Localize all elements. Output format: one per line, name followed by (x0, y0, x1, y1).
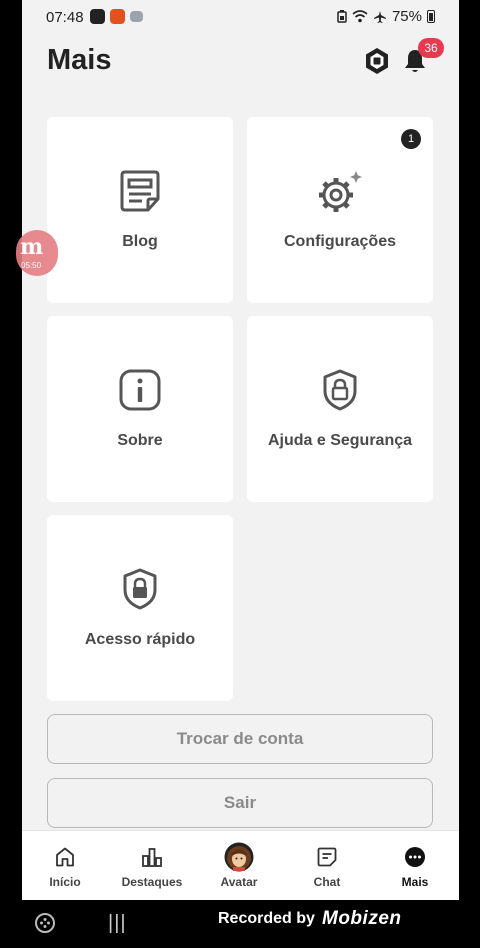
mobizen-watermark: Mobizen (322, 908, 402, 929)
notification-app-icon (110, 9, 125, 24)
tile-icon-wrap (247, 368, 433, 414)
recorder-logo: m (20, 234, 44, 260)
shield-lock-icon (123, 568, 157, 610)
chart-icon (142, 848, 162, 867)
nav-item-home[interactable]: Início (22, 831, 108, 900)
airplane-icon (373, 10, 386, 23)
recents-button[interactable]: ||| (108, 912, 127, 935)
nav-item-more[interactable]: Mais (372, 831, 458, 900)
battery-icon (427, 10, 435, 23)
tile-blog[interactable]: Blog (47, 117, 233, 303)
logout-button[interactable]: Sair (47, 778, 433, 828)
nav-item-chat[interactable]: Chat (284, 831, 370, 900)
home-icon (56, 847, 74, 867)
gear-icon (319, 171, 362, 212)
notification-count-badge: 36 (418, 38, 444, 58)
chat-icon (317, 847, 337, 867)
tile-label: Blog (122, 233, 158, 250)
app-screen: 07:48 75% Mais 36 Blog 1 Configurações S… (22, 0, 459, 900)
nav-icon-wrap (109, 843, 195, 871)
wifi-icon (352, 10, 368, 23)
nav-icon-wrap (22, 843, 108, 871)
nav-label: Chat (313, 875, 341, 889)
tile-icon-wrap (247, 169, 433, 215)
nav-item-charts[interactable]: Destaques (109, 831, 195, 900)
tile-icon-wrap (47, 368, 233, 414)
game-tools-icon[interactable] (34, 912, 56, 934)
tile-help-safety[interactable]: Ajuda e Segurança (247, 316, 433, 502)
shield-lock-icon (323, 369, 357, 411)
tile-label: Ajuda e Segurança (267, 432, 413, 449)
settings-badge: 1 (401, 129, 421, 149)
robux-icon (366, 48, 388, 74)
nav-label: Mais (401, 875, 429, 889)
gallery-icon (130, 11, 143, 22)
tile-settings[interactable]: 1 Configurações (247, 117, 433, 303)
page-title: Mais (47, 44, 112, 76)
robux-button[interactable] (362, 46, 392, 76)
mobizen-icon (90, 9, 105, 24)
status-time: 07:48 (46, 9, 84, 26)
recorder-bubble[interactable]: m 05:50 (16, 230, 58, 276)
tile-icon-wrap (47, 169, 233, 215)
bottom-nav: Início Destaques Avatar Chat Mais (22, 830, 459, 900)
blog-icon (120, 170, 160, 212)
nav-icon-wrap (372, 843, 458, 871)
system-nav-bar: ||| Recorded by Mobizen (0, 900, 480, 948)
recorder-time: 05:50 (21, 261, 42, 270)
nav-icon-wrap (196, 842, 282, 872)
tile-quick-access[interactable]: Acesso rápido (47, 515, 233, 701)
avatar-icon (224, 842, 254, 872)
status-bar: 07:48 75% (22, 0, 459, 34)
info-icon (119, 369, 161, 411)
recorded-by-text: Recorded by (218, 910, 315, 927)
battery-percentage: 75% (391, 8, 422, 25)
switch-account-button[interactable]: Trocar de conta (47, 714, 433, 764)
battery-saver-icon (337, 10, 347, 23)
tile-icon-wrap (47, 567, 233, 613)
status-right-icons: 75% (337, 8, 435, 25)
nav-item-avatar[interactable]: Avatar (196, 831, 282, 900)
nav-label: Início (49, 875, 81, 889)
tile-label: Acesso rápido (84, 631, 196, 648)
more-icon (405, 847, 425, 867)
nav-icon-wrap (284, 843, 370, 871)
tile-label: Sobre (117, 432, 163, 449)
tile-about[interactable]: Sobre (47, 316, 233, 502)
tile-label: Configurações (283, 233, 396, 250)
nav-label: Avatar (220, 875, 258, 889)
nav-label: Destaques (121, 875, 183, 889)
